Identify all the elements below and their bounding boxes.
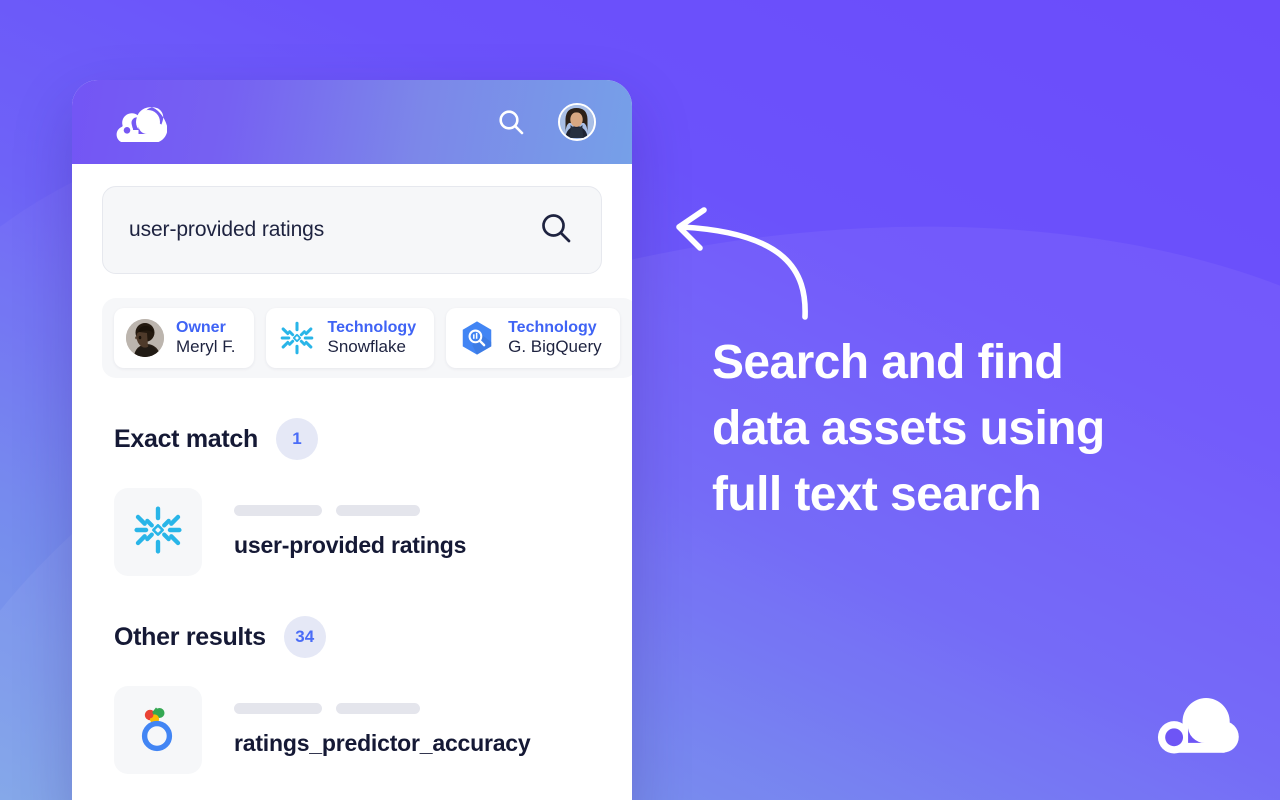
section-header: Exact match 1 — [114, 418, 632, 460]
section-header: Other results 34 — [114, 616, 632, 658]
section-exact-match: Exact match 1 user-provided ratings — [114, 418, 632, 576]
search-input-value: user-provided ratings — [129, 218, 325, 241]
chip-owner[interactable]: Owner Meryl F. — [114, 308, 254, 368]
chip-value: Snowflake — [327, 337, 406, 357]
app-header — [72, 80, 632, 164]
app-window: user-provided ratings Owner Meryl F. Tec… — [72, 80, 632, 800]
headline-line-2: data assets using — [712, 402, 1105, 456]
chip-value: G. BigQuery — [508, 337, 602, 357]
chip-technology-snowflake[interactable]: Technology Snowflake — [265, 308, 435, 368]
headline-line-3: full text search — [712, 468, 1042, 522]
headline: Search and find data assets using full t… — [712, 330, 1232, 529]
snowflake-icon — [132, 504, 184, 561]
skeleton-bar — [336, 703, 420, 714]
result-row[interactable]: ratings_predictor_accuracy — [114, 686, 632, 774]
section-other-results: Other results 34 ratings_predictor_accur… — [114, 616, 632, 774]
result-body: ratings_predictor_accuracy — [234, 703, 531, 757]
search-icon[interactable] — [539, 211, 573, 250]
section-title: Other results — [114, 622, 266, 651]
user-avatar[interactable] — [558, 103, 596, 141]
skeleton-bar — [336, 505, 420, 516]
curved-arrow-left-icon — [668, 205, 818, 325]
result-icon-tile[interactable] — [114, 686, 202, 774]
result-body: user-provided ratings — [234, 505, 466, 559]
chip-label: Technology — [508, 318, 597, 336]
chip-technology-bigquery[interactable]: Technology G. BigQuery — [446, 308, 620, 368]
looker-icon — [134, 702, 182, 759]
section-count-badge: 1 — [276, 418, 318, 460]
chip-label: Technology — [327, 318, 417, 336]
filter-chips-row[interactable]: Owner Meryl F. Technology Snowflake Tech… — [102, 298, 632, 378]
snowflake-icon — [278, 319, 316, 357]
result-icon-tile[interactable] — [114, 488, 202, 576]
cloud-logo-icon — [1150, 693, 1242, 762]
person-avatar — [126, 319, 164, 357]
result-row[interactable]: user-provided ratings — [114, 488, 632, 576]
headline-line-1: Search and find — [712, 336, 1064, 389]
metadata-placeholder — [234, 703, 531, 714]
chip-label: Owner — [176, 318, 226, 336]
search-input[interactable]: user-provided ratings — [102, 186, 602, 274]
search-icon[interactable] — [494, 105, 528, 139]
result-title[interactable]: ratings_predictor_accuracy — [234, 730, 531, 757]
header-actions — [494, 80, 596, 164]
metadata-placeholder — [234, 505, 466, 516]
cloud-logo-icon[interactable] — [113, 104, 168, 147]
skeleton-bar — [234, 505, 322, 516]
chip-value: Meryl F. — [176, 337, 236, 357]
bigquery-icon — [458, 319, 496, 357]
section-count-badge: 34 — [283, 616, 326, 658]
result-title[interactable]: user-provided ratings — [234, 532, 466, 559]
promo-graphic: user-provided ratings Owner Meryl F. Tec… — [0, 0, 1280, 800]
skeleton-bar — [234, 703, 322, 714]
section-title: Exact match — [114, 424, 258, 453]
